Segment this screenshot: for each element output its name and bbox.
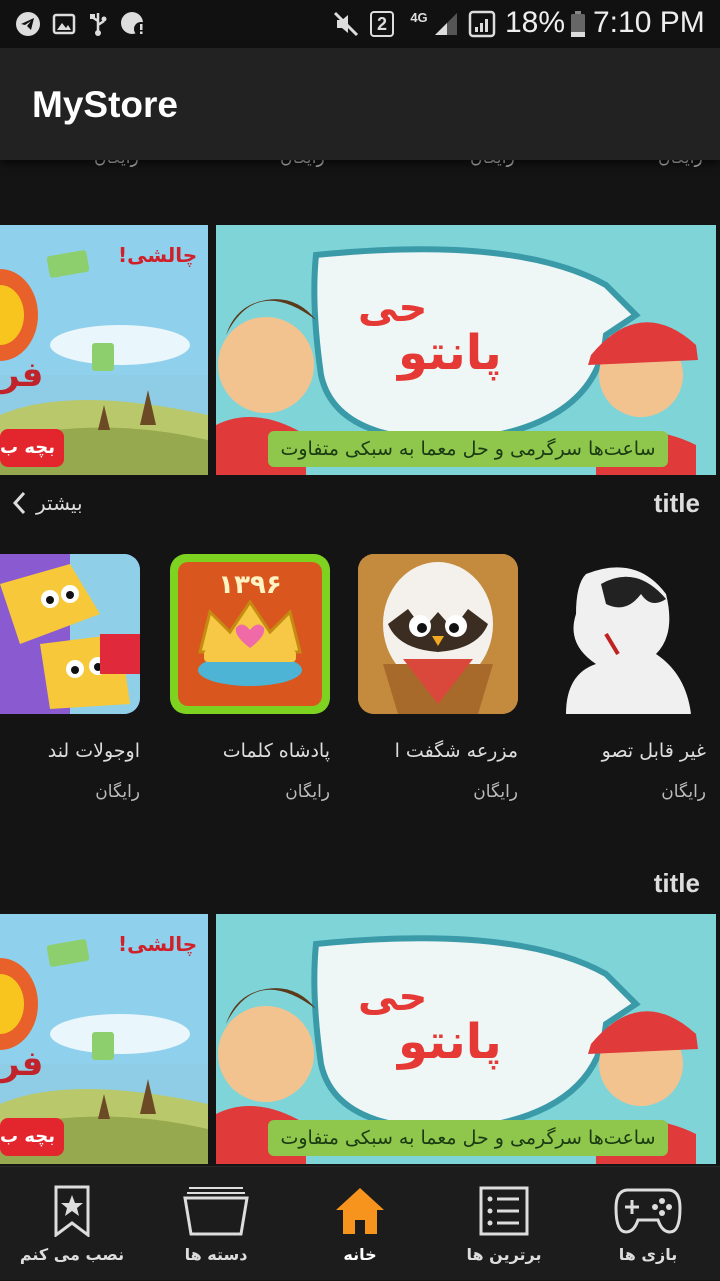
- nav-categories[interactable]: دسته ها: [144, 1167, 288, 1281]
- banner-side-button-label: بچه ب: [0, 1126, 56, 1147]
- banner-main-headline-2: پانتو: [398, 325, 502, 381]
- image-icon: [50, 10, 78, 38]
- network-type-label: 4G: [410, 10, 428, 25]
- more-label: بیشتر: [36, 491, 83, 515]
- ghost-price: رایگان: [94, 160, 139, 168]
- promo-banner-main[interactable]: حی پانتو ساعت‌ها سرگرمی و حل معما به سبک…: [216, 914, 716, 1164]
- battery-icon: [564, 10, 592, 38]
- nav-label: برترین ها: [466, 1245, 542, 1264]
- mute-icon: [332, 10, 360, 38]
- bottom-navigation: نصب می کنم دسته ها خانه برترین ها بازی ه…: [0, 1166, 720, 1280]
- no-data-icon: [120, 10, 148, 38]
- app-price: رایگان: [95, 782, 140, 802]
- sim-badge: 2: [368, 10, 396, 38]
- signal-icon: [432, 10, 460, 38]
- app-bar: MyStore: [0, 48, 720, 160]
- section-title: title: [653, 868, 700, 898]
- app-title: MyStore: [32, 84, 178, 125]
- banner-side-challenge: چالشی!: [118, 243, 198, 267]
- app-name: مزرعه شگفت ا: [394, 740, 518, 762]
- app-name: پادشاه کلمات: [222, 740, 330, 762]
- section-title: title: [653, 488, 700, 518]
- signal-2-icon: [468, 10, 496, 38]
- banner-main-headline-2: پانتو: [398, 1014, 502, 1070]
- ghost-price: رایگان: [658, 160, 703, 168]
- banner-main-caption: ساعت‌ها سرگرمی و حل معما به سبکی متفاوت: [268, 1120, 668, 1156]
- folder-icon: [181, 1183, 251, 1239]
- banner-side-button-label: بچه ب: [0, 437, 56, 458]
- nav-label: دسته ها: [184, 1245, 248, 1264]
- banner-main-caption: ساعت‌ها سرگرمی و حل معما به سبکی متفاوت: [268, 431, 668, 467]
- promo-banner-side[interactable]: چالشی! فر بچه ب: [0, 225, 208, 475]
- app-name: غیر قابل تصو: [601, 740, 706, 762]
- ghost-price: رایگان: [470, 160, 515, 168]
- app-price: رایگان: [661, 782, 706, 802]
- telegram-icon: [14, 10, 42, 38]
- candy-face-icon: [0, 554, 140, 714]
- nav-label: بازی ها: [618, 1245, 678, 1264]
- nav-installed[interactable]: نصب می کنم: [0, 1167, 144, 1281]
- banner-side-challenge: چالشی!: [118, 932, 198, 956]
- app-price: رایگان: [473, 782, 518, 802]
- ghost-price: رایگان: [280, 160, 325, 168]
- egg-bird-icon: [358, 554, 518, 714]
- crown-icon: ۱۳۹۶: [170, 554, 330, 714]
- app-price: رایگان: [285, 782, 330, 802]
- list-icon: [469, 1183, 539, 1239]
- promo-banner-main[interactable]: حی پانتو ساعت‌ها سرگرمی و حل معما به سبک…: [216, 225, 716, 475]
- usb-icon: [84, 10, 112, 38]
- clock: 7:10 PM: [593, 6, 705, 39]
- status-bar: 2 4G 18% 7:10 PM: [0, 0, 720, 48]
- content-scroll[interactable]: رایگان رایگان رایگان رایگان چالشی! فر بچ…: [0, 160, 720, 1166]
- nav-label: نصب می کنم: [19, 1245, 125, 1264]
- bookmark-star-icon: [37, 1183, 107, 1239]
- home-icon: [325, 1183, 395, 1239]
- promo-banner-side[interactable]: چالشی! فر بچه ب: [0, 914, 208, 1164]
- chevron-left-icon: [12, 491, 26, 515]
- banner-side-word: فر: [0, 355, 44, 395]
- banner-side-word: فر: [0, 1044, 44, 1084]
- app-name: اوجولات لند: [47, 740, 140, 762]
- crown-badge: ۱۳۹۶: [218, 570, 282, 600]
- battery-percent: 18%: [505, 6, 566, 39]
- nav-home[interactable]: خانه: [288, 1167, 432, 1281]
- silhouette-icon: [546, 554, 706, 714]
- nav-label: خانه: [343, 1245, 377, 1264]
- nav-games[interactable]: بازی ها: [576, 1167, 720, 1281]
- more-link[interactable]: بیشتر: [10, 490, 83, 516]
- gamepad-icon: [613, 1183, 683, 1239]
- nav-top[interactable]: برترین ها: [432, 1167, 576, 1281]
